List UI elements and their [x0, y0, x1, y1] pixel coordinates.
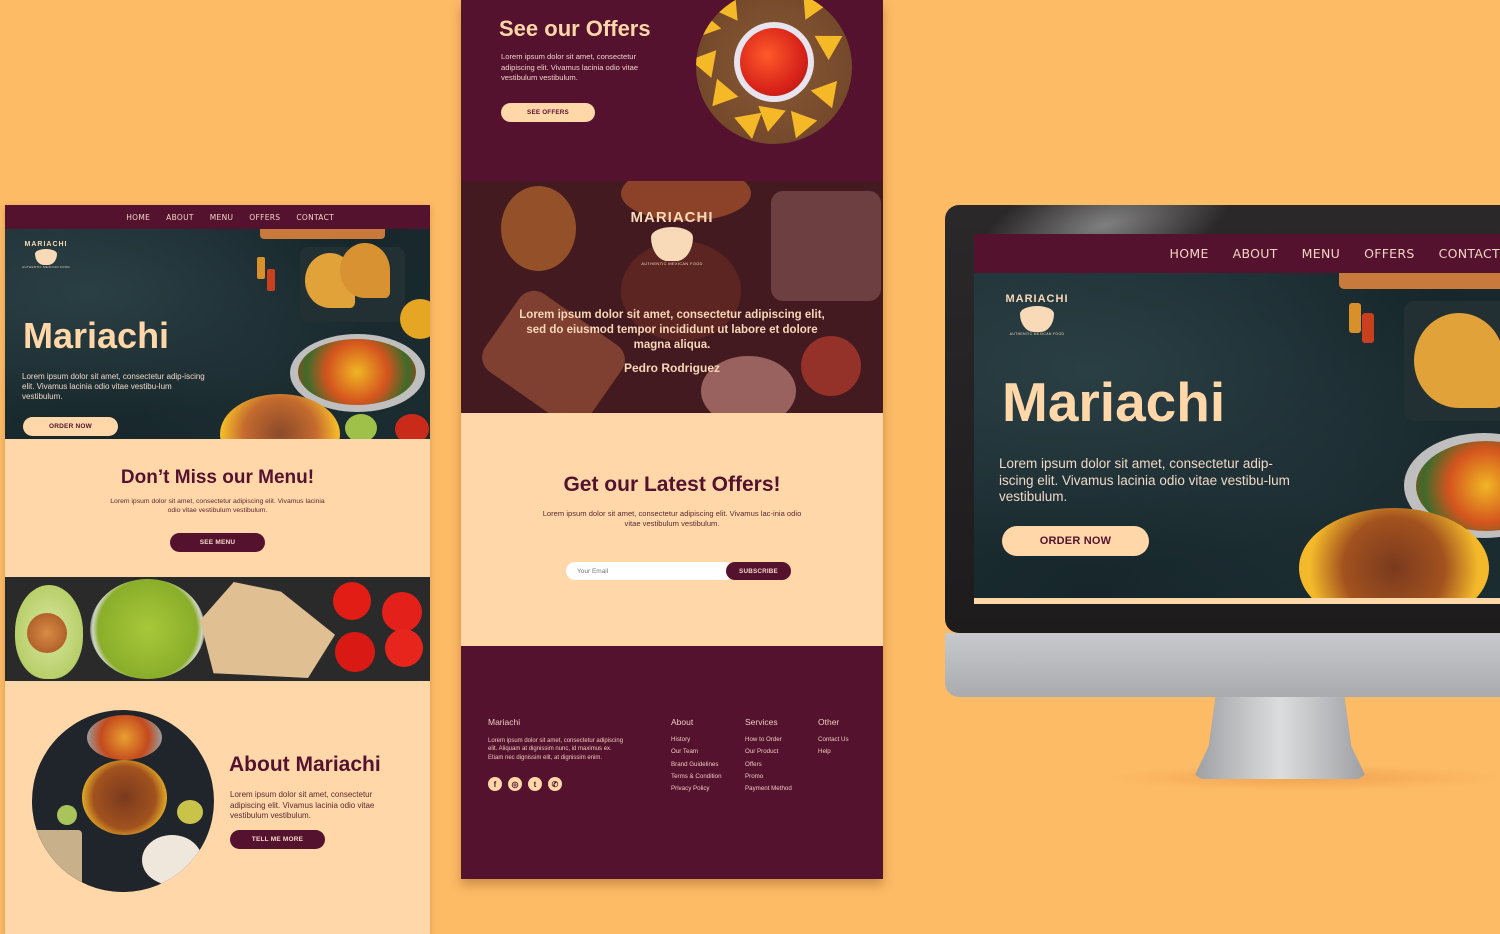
footer-column-other: Other Contact Us Help [818, 717, 849, 759]
brand-logo: MARIACHI AUTHENTIC MEXICAN FOOD [1005, 293, 1069, 336]
about-description: Lorem ipsum dolor sit amet, consectetur … [230, 790, 375, 820]
about-food-image [32, 710, 214, 892]
footer-brand: Mariachi [488, 717, 521, 727]
footer-link[interactable]: Privacy Policy [671, 783, 722, 795]
tell-me-more-button[interactable]: TELL ME MORE [230, 830, 325, 849]
brand-logo: MARIACHI AUTHENTIC MEXICAN FOOD [22, 241, 70, 269]
instagram-icon[interactable]: ◎ [508, 777, 522, 791]
mobile-landing-mockup: HOME ABOUT MENU OFFERS CONTACT MARIACHI … [5, 205, 430, 934]
hero-description: Lorem ipsum dolor sit amet, consectetur … [22, 372, 205, 401]
see-offers-button[interactable]: SEE OFFERS [501, 103, 595, 122]
hero-section: MARIACHI AUTHENTIC MEXICAN FOOD Mariachi… [974, 273, 1500, 598]
testimonial-quote: Lorem ipsum dolor sit amet, consectetur … [519, 309, 825, 351]
footer-column-title: About [671, 717, 694, 727]
footer-link[interactable]: Offers [745, 759, 792, 771]
footer-link[interactable]: Our Product [745, 746, 792, 758]
newsletter-description: Lorem ipsum dolor sit amet, consectetur … [542, 509, 802, 528]
nav-about[interactable]: ABOUT [1233, 246, 1278, 261]
footer-link[interactable]: History [671, 734, 722, 746]
menu-title: Don’t Miss our Menu! [120, 467, 315, 488]
nav-menu[interactable]: MENU [1302, 246, 1340, 261]
top-nav: HOME ABOUT MENU OFFERS CONTACT [5, 205, 430, 229]
offers-page-mockup: See our Offers Lorem ipsum dolor sit ame… [461, 0, 883, 879]
sombrero-icon [35, 249, 57, 265]
footer-link[interactable]: How to Order [745, 734, 792, 746]
testimonial-section: MARIACHI AUTHENTIC MEXICAN FOOD Lorem ip… [461, 181, 883, 413]
menu-section: Don’t Miss our Menu! Lorem ipsum dolor s… [5, 439, 430, 577]
nav-offers[interactable]: OFFERS [1364, 246, 1415, 261]
nav-menu[interactable]: MENU [210, 213, 234, 222]
hero-description: Lorem ipsum dolor sit amet, consectetur … [999, 456, 1290, 504]
nav-contact[interactable]: CONTACT [296, 213, 334, 222]
footer-link[interactable]: Terms & Condition [671, 771, 722, 783]
nav-home[interactable]: HOME [1170, 246, 1209, 261]
hero-title: Mariachi [23, 315, 170, 356]
footer-link[interactable]: Help [818, 746, 849, 758]
footer-description: Lorem ipsum dolor sit amet, consectetur … [488, 738, 624, 761]
facebook-icon[interactable]: f [488, 777, 502, 791]
footer-column-about: About History Our Team Brand Guidelines … [671, 717, 722, 795]
desktop-monitor-mockup: HOME ABOUT MENU OFFERS CONTACT MARIACHI … [945, 205, 1500, 805]
footer-link[interactable]: Contact Us [818, 734, 849, 746]
subscribe-button[interactable]: SUBSCRIBE [726, 562, 791, 580]
monitor-screen: HOME ABOUT MENU OFFERS CONTACT MARIACHI … [974, 234, 1500, 606]
hero-title: Mariachi [1002, 371, 1226, 433]
monitor-stand [1195, 697, 1365, 779]
hero-section: MARIACHI AUTHENTIC MEXICAN FOOD Mariachi… [5, 229, 430, 439]
top-nav: HOME ABOUT MENU OFFERS CONTACT [974, 234, 1500, 273]
monitor-chin [945, 633, 1500, 697]
see-menu-button[interactable]: SEE MENU [170, 533, 265, 552]
sombrero-icon [1020, 306, 1054, 332]
whatsapp-icon[interactable]: ✆ [548, 777, 562, 791]
order-now-button[interactable]: ORDER NOW [23, 417, 118, 436]
nachos-salsa-image [696, 0, 852, 144]
testimonial-author: Pedro Rodriguez [623, 361, 720, 375]
menu-description: Lorem ipsum dolor sit amet, consectetur … [110, 498, 325, 514]
nav-contact[interactable]: CONTACT [1439, 246, 1500, 261]
social-links: f ◎ t ✆ [488, 777, 562, 791]
footer-link[interactable]: Brand Guidelines [671, 759, 722, 771]
offers-description: Lorem ipsum dolor sit amet, consectetur … [501, 52, 639, 82]
footer-column-title: Services [745, 717, 778, 727]
offers-title: See our Offers [499, 16, 651, 41]
offers-section: See our Offers Lorem ipsum dolor sit ame… [461, 0, 883, 181]
email-input[interactable] [566, 562, 734, 580]
footer: Mariachi Lorem ipsum dolor sit amet, con… [461, 646, 883, 879]
nav-home[interactable]: HOME [126, 213, 150, 222]
nav-about[interactable]: ABOUT [166, 213, 194, 222]
ingredients-image-strip [5, 577, 430, 681]
footer-column-services: Services How to Order Our Product Offers… [745, 717, 792, 795]
twitter-icon[interactable]: t [528, 777, 542, 791]
newsletter-section: Get our Latest Offers! Lorem ipsum dolor… [461, 413, 883, 646]
order-now-button[interactable]: ORDER NOW [1002, 526, 1149, 556]
nav-offers[interactable]: OFFERS [249, 213, 280, 222]
footer-column-title: Other [818, 717, 840, 727]
about-title: About Mariachi [229, 753, 381, 776]
brand-logo: MARIACHI AUTHENTIC MEXICAN FOOD [630, 209, 714, 266]
footer-link[interactable]: Promo [745, 771, 792, 783]
monitor-bezel: HOME ABOUT MENU OFFERS CONTACT MARIACHI … [945, 205, 1500, 633]
sombrero-icon [651, 227, 693, 261]
footer-link[interactable]: Payment Method [745, 783, 792, 795]
newsletter-title: Get our Latest Offers! [563, 473, 781, 496]
footer-link[interactable]: Our Team [671, 746, 722, 758]
